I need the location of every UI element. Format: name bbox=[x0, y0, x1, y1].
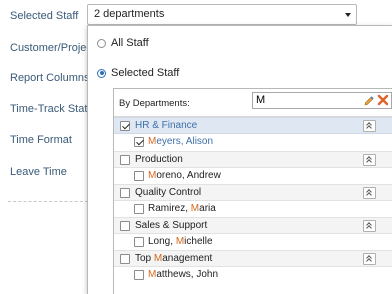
label-selected-staff: Selected Staff bbox=[10, 10, 79, 22]
radio-selected-staff-circle[interactable] bbox=[97, 68, 106, 78]
clear-icon[interactable] bbox=[377, 94, 389, 106]
radio-all-staff[interactable]: All Staff bbox=[97, 37, 149, 49]
label-report-columns: Report Columns bbox=[10, 72, 90, 84]
department-name: Top Management bbox=[135, 253, 213, 264]
label-time-format: Time Format bbox=[10, 134, 72, 146]
staff-name: Long, Michelle bbox=[148, 236, 213, 247]
pencil-icon[interactable] bbox=[363, 95, 375, 107]
radio-all-staff-circle[interactable] bbox=[97, 38, 106, 48]
staff-name: Matthews, John bbox=[148, 269, 219, 280]
department-name: Sales & Support bbox=[135, 220, 208, 231]
department-row-top-management[interactable]: Top Management bbox=[114, 250, 392, 267]
staff-name: Ramirez, Maria bbox=[148, 203, 216, 214]
staff-filter-value: M bbox=[256, 94, 266, 106]
staff-checkbox[interactable] bbox=[134, 171, 144, 181]
staff-row-matthews-john[interactable]: Matthews, John bbox=[114, 267, 392, 284]
collapse-icon[interactable] bbox=[363, 220, 376, 232]
department-name: Quality Control bbox=[135, 187, 202, 198]
selected-staff-select[interactable]: 2 departments bbox=[87, 4, 357, 25]
department-checkbox[interactable] bbox=[120, 254, 130, 264]
label-customer-project: Customer/Project bbox=[10, 42, 95, 54]
collapse-icon[interactable] bbox=[363, 187, 376, 199]
staff-row-moreno-andrew[interactable]: Moreno, Andrew bbox=[114, 168, 392, 185]
staff-checkbox[interactable] bbox=[134, 237, 144, 247]
radio-selected-staff-label: Selected Staff bbox=[111, 67, 180, 79]
department-checkbox[interactable] bbox=[120, 221, 130, 231]
by-departments-label: By Departments: bbox=[119, 98, 190, 109]
staff-name: Moreno, Andrew bbox=[148, 170, 221, 181]
collapse-icon[interactable] bbox=[363, 120, 376, 132]
radio-all-staff-label: All Staff bbox=[111, 37, 149, 49]
staff-checkbox[interactable] bbox=[134, 270, 144, 280]
staff-checkbox[interactable] bbox=[134, 137, 144, 147]
chevron-down-icon bbox=[345, 13, 351, 17]
department-checkbox[interactable] bbox=[120, 155, 130, 165]
collapse-icon[interactable] bbox=[363, 154, 376, 166]
collapse-icon[interactable] bbox=[363, 253, 376, 265]
department-row-sales-support[interactable]: Sales & Support bbox=[114, 217, 392, 234]
staff-row-ramirez-maria[interactable]: Ramirez, Maria bbox=[114, 201, 392, 218]
department-tree-box: By Departments: M HR & Finance Meyers, A… bbox=[113, 88, 392, 294]
department-checkbox[interactable] bbox=[120, 188, 130, 198]
department-name: HR & Finance bbox=[135, 120, 198, 131]
section-divider bbox=[8, 201, 88, 202]
department-row-hr-finance[interactable]: HR & Finance bbox=[114, 117, 392, 134]
label-time-track-status: Time-Track Status bbox=[10, 103, 100, 115]
staff-filter-input[interactable]: M bbox=[252, 92, 392, 109]
staff-row-long-michelle[interactable]: Long, Michelle bbox=[114, 234, 392, 251]
department-row-production[interactable]: Production bbox=[114, 151, 392, 168]
department-name: Production bbox=[135, 154, 183, 165]
department-row-quality-control[interactable]: Quality Control bbox=[114, 184, 392, 201]
department-tree-header: By Departments: M bbox=[114, 89, 392, 117]
staff-row-meyers-alison[interactable]: Meyers, Alison bbox=[114, 134, 392, 151]
department-checkbox[interactable] bbox=[120, 121, 130, 131]
selected-staff-value: 2 departments bbox=[94, 8, 165, 20]
radio-selected-staff[interactable]: Selected Staff bbox=[97, 67, 179, 79]
staff-name: Meyers, Alison bbox=[148, 136, 214, 147]
label-leave-time: Leave Time bbox=[10, 166, 67, 178]
staff-dropdown-panel: All Staff Selected Staff By Departments:… bbox=[87, 25, 392, 294]
staff-checkbox[interactable] bbox=[134, 204, 144, 214]
